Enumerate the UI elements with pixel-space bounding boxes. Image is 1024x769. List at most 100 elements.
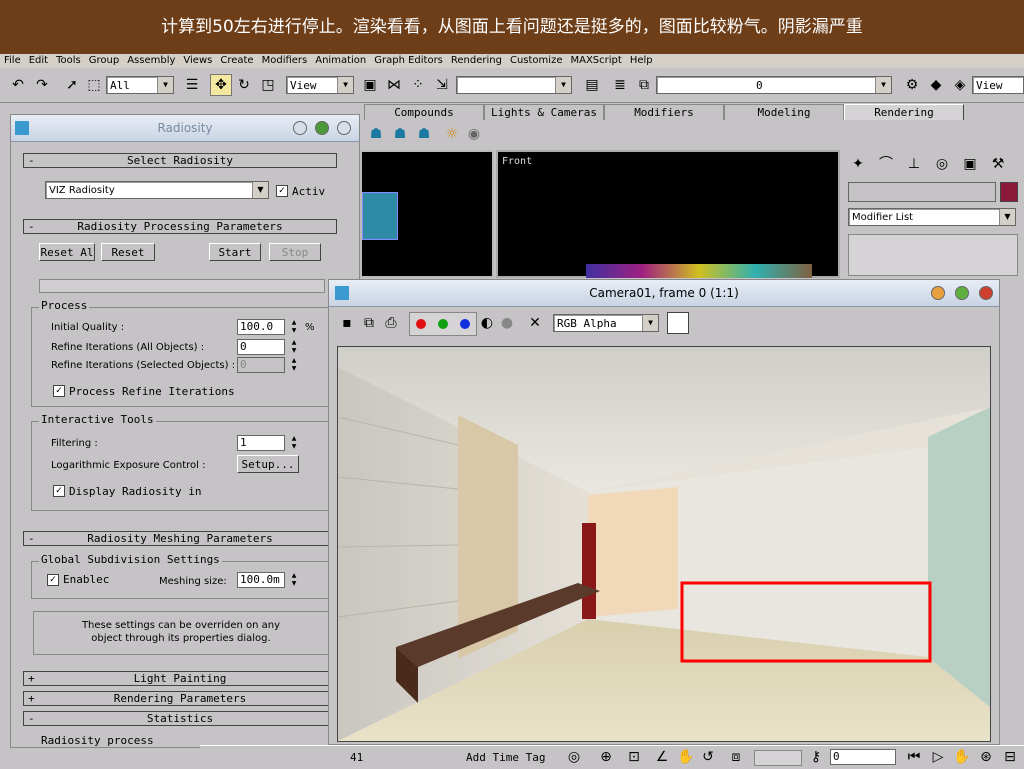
time-slider[interactable] [754, 750, 802, 766]
pivot-icon[interactable]: ▣ [360, 75, 380, 95]
display-radiosity-checkbox[interactable]: ✓ [53, 485, 65, 497]
tab-compounds[interactable]: Compounds [364, 104, 484, 120]
rollout-light-painting[interactable]: + Light Painting [23, 671, 337, 686]
render-view-dropdown[interactable]: View [972, 76, 1024, 94]
menu-item-customize[interactable]: Customize [506, 54, 567, 68]
start-button[interactable]: Start [209, 243, 261, 261]
motion-icon[interactable]: ◎ [932, 154, 952, 174]
menu-item-group[interactable]: Group [85, 54, 123, 68]
spinner-arrows-icon[interactable]: ▲ ▼ [289, 357, 299, 373]
refine-selected-input[interactable]: 0 [237, 357, 285, 373]
select-arrow-icon[interactable]: ➚ [62, 75, 82, 95]
tab-modeling[interactable]: Modeling [724, 104, 844, 120]
menu-item-edit[interactable]: Edit [25, 54, 52, 68]
schematic-icon[interactable]: ⚙ [902, 75, 922, 95]
viewport-top[interactable] [360, 150, 494, 278]
rollout-rendering-parameters[interactable]: + Rendering Parameters [23, 691, 337, 706]
rotate-icon[interactable]: ↻ [234, 75, 254, 95]
layer-dropdown[interactable]: 0 ▼ [656, 76, 892, 94]
quick-render-icon[interactable]: ◈ [950, 75, 970, 95]
minimize-button[interactable] [931, 286, 945, 300]
array-icon[interactable]: ⁘ [408, 75, 428, 95]
create-icon[interactable]: ✦ [848, 154, 868, 174]
teapot-icon[interactable]: ☗ [414, 124, 434, 144]
align-icon[interactable]: ⇲ [432, 75, 452, 95]
menu-item-rendering[interactable]: Rendering [447, 54, 506, 68]
clear-icon[interactable]: ✕ [525, 313, 545, 333]
filtering-input[interactable]: 1 [237, 435, 285, 451]
radiosity-engine-dropdown[interactable]: VIZ Radiosity ▼ [45, 181, 269, 199]
modifier-list-dropdown[interactable]: Modifier List ▼ [848, 208, 1016, 226]
print-icon[interactable]: ⎙ [381, 313, 401, 333]
teapot-icon[interactable]: ☗ [366, 124, 386, 144]
menu-item-tools[interactable]: Tools [52, 54, 85, 68]
environment-icon[interactable]: ☼ [442, 124, 462, 144]
add-time-tag-button[interactable]: Add Time Tag [466, 751, 545, 764]
frame-input[interactable]: 0 [830, 749, 896, 765]
active-checkbox[interactable]: ✓ [276, 185, 288, 197]
maximize-viewport-icon[interactable]: ⧈ [726, 747, 746, 767]
enabled-checkbox[interactable]: ✓ [47, 574, 59, 586]
blue-channel-icon[interactable] [460, 319, 470, 329]
render-scene-icon[interactable]: ◆ [926, 75, 946, 95]
menu-item-create[interactable]: Create [216, 54, 257, 68]
close-button[interactable] [979, 286, 993, 300]
time-config-icon[interactable]: ⏮ [904, 747, 924, 767]
region-select-icon[interactable]: ⬚ [84, 75, 104, 95]
save-icon[interactable]: ▪ [337, 313, 357, 333]
alpha-channel-icon[interactable]: ◐ [477, 313, 497, 333]
pan-icon[interactable]: ✋ [676, 747, 696, 767]
tab-modifiers[interactable]: Modifiers [604, 104, 724, 120]
clone-icon[interactable]: ⧉ [359, 313, 379, 333]
spinner-arrows-icon[interactable]: ▲ ▼ [289, 339, 299, 355]
named-selection-dropdown[interactable]: ▼ [456, 76, 572, 94]
object-color-swatch[interactable] [1000, 182, 1018, 202]
menu-item-graph-editors[interactable]: Graph Editors [370, 54, 447, 68]
menu-item-modifiers[interactable]: Modifiers [258, 54, 312, 68]
orbit-icon[interactable]: ↺ [698, 747, 718, 767]
green-channel-icon[interactable] [438, 319, 448, 329]
modify-icon[interactable]: ⌒ [876, 154, 896, 174]
tab-rendering[interactable]: Rendering [844, 104, 964, 120]
teapot-icon[interactable]: ☗ [390, 124, 410, 144]
orbit-subobject-icon[interactable]: ⊛ [976, 747, 996, 767]
reset-button[interactable]: Reset [101, 243, 155, 261]
setup-button[interactable]: Setup... [237, 455, 299, 473]
reference-coord-dropdown[interactable]: View ▼ [286, 76, 354, 94]
rollout-statistics[interactable]: - Statistics [23, 711, 337, 726]
color-swatch[interactable] [667, 312, 689, 334]
close-button[interactable] [337, 121, 351, 135]
menu-item-assembly[interactable]: Assembly [123, 54, 179, 68]
display-icon[interactable]: ▣ [960, 154, 980, 174]
minimize-button[interactable] [293, 121, 307, 135]
zoom-extents-icon[interactable]: ⊡ [624, 747, 644, 767]
zoom-icon[interactable]: ◎ [564, 747, 584, 767]
menu-item-views[interactable]: Views [179, 54, 216, 68]
spinner-arrows-icon[interactable]: ▲ ▼ [289, 435, 299, 451]
menu-item-animation[interactable]: Animation [311, 54, 370, 68]
hierarchy-icon[interactable]: ⊥ [904, 154, 924, 174]
process-refine-checkbox[interactable]: ✓ [53, 385, 65, 397]
select-by-name-icon[interactable]: ☰ [182, 75, 202, 95]
stop-button[interactable]: Stop [269, 243, 321, 261]
play-icon[interactable]: ▷ [928, 747, 948, 767]
rollout-meshing[interactable]: - Radiosity Meshing Parameters [23, 531, 337, 546]
mono-icon[interactable]: ● [497, 313, 517, 333]
spinner-arrows-icon[interactable]: ▲ ▼ [289, 319, 299, 335]
menu-item-maxscript[interactable]: MAXScript [566, 54, 625, 68]
utilities-icon[interactable]: ⚒ [988, 154, 1008, 174]
selection-filter-dropdown[interactable]: All ▼ [106, 76, 174, 94]
initial-quality-input[interactable]: 100.0 [237, 319, 285, 335]
channel-dropdown[interactable]: RGB Alpha ▼ [553, 314, 659, 332]
min-max-toggle-icon[interactable]: ⊟ [1000, 747, 1020, 767]
redo-icon[interactable]: ↷ [32, 75, 52, 95]
layers-icon[interactable]: ⧉ [634, 75, 654, 95]
rollout-select-radiosity[interactable]: - Select Radiosity [23, 153, 337, 168]
rollout-processing[interactable]: - Radiosity Processing Parameters [23, 219, 337, 234]
refine-all-input[interactable]: 0 [237, 339, 285, 355]
menu-item-help[interactable]: Help [626, 54, 657, 68]
hand-icon[interactable]: ✋ [952, 747, 972, 767]
menu-item-file[interactable]: File [0, 54, 25, 68]
object-name-field[interactable] [848, 182, 996, 202]
maximize-button[interactable] [955, 286, 969, 300]
